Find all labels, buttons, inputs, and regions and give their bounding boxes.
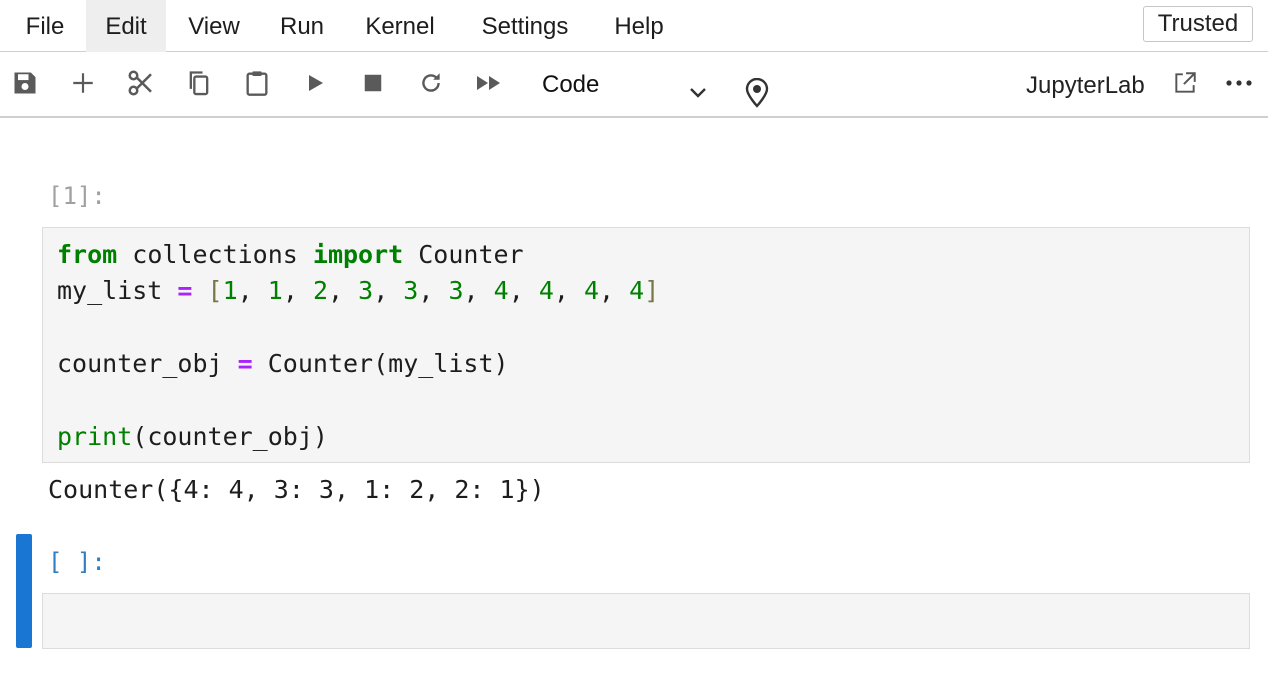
toolbar-right: JupyterLab bbox=[0, 52, 1268, 118]
trusted-badge[interactable]: Trusted bbox=[1143, 6, 1253, 42]
menu-file[interactable]: File bbox=[12, 0, 78, 52]
more-options-icon[interactable] bbox=[1224, 70, 1254, 101]
code-line-2: my_list = [1, 1, 2, 3, 3, 3, 4, 4, 4, 4] bbox=[57, 276, 660, 305]
open-in-jupyterlab-link[interactable]: JupyterLab bbox=[1026, 66, 1145, 102]
active-cell-indicator bbox=[16, 534, 32, 648]
cell-output: Counter({4: 4, 3: 3, 1: 2, 2: 1}) bbox=[48, 475, 545, 504]
menu-bar: File Edit View Run Kernel Settings Help … bbox=[0, 0, 1268, 52]
menu-settings[interactable]: Settings bbox=[462, 0, 588, 52]
menu-kernel[interactable]: Kernel bbox=[352, 0, 448, 52]
menu-help[interactable]: Help bbox=[600, 0, 678, 52]
code-line-6: print(counter_obj) bbox=[57, 422, 328, 451]
empty-cell-prompt: [ ]: bbox=[48, 548, 106, 576]
menu-edit[interactable]: Edit bbox=[86, 0, 166, 52]
code-cell-editor[interactable]: from collections import Counter my_list … bbox=[42, 227, 1250, 463]
empty-code-cell-editor[interactable] bbox=[42, 593, 1250, 649]
menu-run[interactable]: Run bbox=[266, 0, 338, 52]
external-link-icon[interactable] bbox=[1172, 70, 1198, 101]
cell-prompt: [1]: bbox=[48, 182, 106, 210]
menu-view[interactable]: View bbox=[176, 0, 252, 52]
code-line-4: counter_obj = Counter(my_list) bbox=[57, 349, 509, 378]
code-line-1: from collections import Counter bbox=[57, 240, 524, 269]
